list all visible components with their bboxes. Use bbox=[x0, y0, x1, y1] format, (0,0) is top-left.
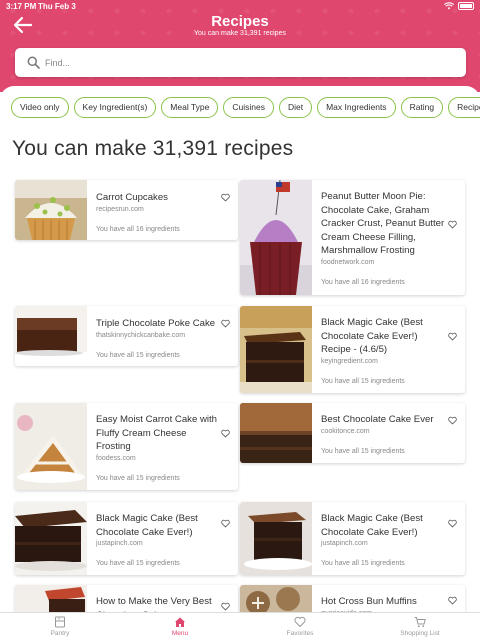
heart-icon[interactable] bbox=[221, 519, 230, 528]
recipe-source: foodess.com bbox=[96, 454, 136, 462]
home-icon bbox=[175, 617, 185, 627]
recipe-card[interactable]: Carrot Cupcakes recipesrun.com You have … bbox=[15, 180, 238, 240]
recipe-title: Easy Moist Carrot Cake with Fluffy Cream… bbox=[96, 414, 218, 453]
heart-icon[interactable] bbox=[448, 519, 457, 528]
heart-icon[interactable] bbox=[448, 220, 457, 229]
recipe-card[interactable]: Easy Moist Carrot Cake with Fluffy Cream… bbox=[15, 403, 238, 490]
filter-chip-diet[interactable]: Diet bbox=[278, 97, 313, 118]
recipe-ingredients-status: You have all 15 ingredients bbox=[321, 447, 405, 455]
tab-shopping-list[interactable]: Shopping List bbox=[360, 613, 480, 640]
pantry-icon bbox=[55, 616, 65, 628]
recipe-title: Best Chocolate Cake Ever bbox=[321, 414, 434, 425]
heart-icon[interactable] bbox=[221, 193, 230, 202]
recipe-title: Peanut Butter Moon Pie: Chocolate Cake, … bbox=[321, 191, 445, 257]
tab-favorites[interactable]: Favorites bbox=[240, 613, 360, 640]
filter-chips: Video only Key Ingredient(s) Meal Type C… bbox=[11, 97, 480, 119]
recipe-image bbox=[240, 306, 312, 393]
recipe-source: foodnetwork.com bbox=[321, 258, 375, 266]
recipe-card[interactable]: Peanut Butter Moon Pie: Chocolate Cake, … bbox=[240, 180, 465, 295]
bottom-tab-bar: Pantry Menu Favorites Shopping List bbox=[0, 612, 480, 640]
recipe-image bbox=[15, 306, 87, 366]
recipe-source: keyingredient.com bbox=[321, 357, 378, 365]
heart-icon[interactable] bbox=[448, 416, 457, 425]
status-time: 3:17 PM bbox=[6, 2, 37, 11]
battery-icon bbox=[458, 2, 474, 10]
recipe-card[interactable]: Black Magic Cake (Best Chocolate Cake Ev… bbox=[240, 306, 465, 393]
recipe-source: cookitonce.com bbox=[321, 427, 370, 435]
recipe-ingredients-status: You have all 15 ingredients bbox=[96, 351, 180, 359]
tab-pantry[interactable]: Pantry bbox=[0, 613, 120, 640]
search-icon bbox=[27, 56, 40, 69]
recipe-title: Black Magic Cake (Best Chocolate Cake Ev… bbox=[321, 513, 423, 538]
filter-chip-recipe[interactable]: Recipe bbox=[448, 97, 480, 118]
heart-icon bbox=[294, 616, 306, 628]
filter-chip-meal-type[interactable]: Meal Type bbox=[161, 97, 219, 118]
recipe-title: Triple Chocolate Poke Cake bbox=[96, 318, 216, 329]
recipe-ingredients-status: You have all 16 ingredients bbox=[96, 225, 180, 233]
status-indicators bbox=[444, 2, 474, 10]
header: 3:17 PM Thu Feb 3 Recipes You can make 3… bbox=[0, 0, 480, 92]
recipe-title: Carrot Cupcakes bbox=[96, 192, 168, 203]
search-bar[interactable] bbox=[15, 48, 466, 77]
recipe-title: Black Magic Cake (Best Chocolate Cake Ev… bbox=[321, 317, 423, 356]
recipe-card[interactable]: Black Magic Cake (Best Chocolate Cake Ev… bbox=[15, 502, 238, 575]
wifi-icon bbox=[444, 2, 454, 10]
recipe-image bbox=[240, 180, 312, 295]
recipe-image bbox=[240, 403, 312, 463]
filter-chip-max-ingredients[interactable]: Max Ingredients bbox=[317, 97, 396, 118]
recipe-card[interactable]: Black Magic Cake (Best Chocolate Cake Ev… bbox=[240, 502, 465, 575]
app: 3:17 PM Thu Feb 3 Recipes You can make 3… bbox=[0, 0, 480, 640]
recipe-card[interactable]: Best Chocolate Cake Ever cookitonce.com … bbox=[240, 403, 465, 463]
filter-chip-key-ingredients[interactable]: Key Ingredient(s) bbox=[73, 97, 157, 118]
recipe-image bbox=[240, 502, 312, 575]
tab-label: Pantry bbox=[50, 630, 70, 637]
results-heading: You can make 31,391 recipes bbox=[12, 137, 294, 160]
recipe-ingredients-status: You have all 16 ingredients bbox=[321, 278, 405, 286]
recipe-image bbox=[15, 180, 87, 240]
status-date: Thu Feb 3 bbox=[38, 2, 76, 11]
heart-icon[interactable] bbox=[221, 319, 230, 328]
recipe-source: recipesrun.com bbox=[96, 205, 144, 213]
recipe-image bbox=[15, 502, 87, 575]
recipe-source: thatskinnychickcanbake.com bbox=[96, 331, 186, 339]
cart-icon bbox=[414, 617, 426, 628]
recipe-source: justapinch.com bbox=[321, 540, 368, 548]
recipe-source: justapinch.com bbox=[96, 540, 143, 548]
recipe-image bbox=[15, 403, 87, 490]
heart-icon[interactable] bbox=[448, 596, 457, 605]
filter-chip-video-only[interactable]: Video only bbox=[11, 97, 69, 118]
recipe-title: Black Magic Cake (Best Chocolate Cake Ev… bbox=[96, 513, 198, 538]
recipe-ingredients-status: You have all 15 ingredients bbox=[321, 560, 405, 568]
page-title: Recipes bbox=[211, 13, 269, 30]
filter-chip-rating[interactable]: Rating bbox=[400, 97, 444, 118]
tab-menu[interactable]: Menu bbox=[120, 613, 240, 640]
recipe-ingredients-status: You have all 15 ingredients bbox=[96, 474, 180, 482]
tab-label: Menu bbox=[171, 630, 189, 637]
tab-label: Favorites bbox=[286, 630, 314, 637]
heart-icon[interactable] bbox=[448, 332, 457, 341]
tab-label: Shopping List bbox=[400, 630, 440, 637]
filter-chip-cuisines[interactable]: Cuisines bbox=[223, 97, 274, 118]
recipe-ingredients-status: You have all 15 ingredients bbox=[321, 377, 405, 385]
search-input[interactable] bbox=[45, 57, 445, 68]
page-subtitle: You can make 31,391 recipes bbox=[194, 30, 286, 37]
recipe-title: Hot Cross Bun Muffins bbox=[321, 596, 417, 607]
heart-icon[interactable] bbox=[221, 429, 230, 438]
recipe-ingredients-status: You have all 15 ingredients bbox=[96, 560, 180, 568]
heart-icon[interactable] bbox=[221, 602, 230, 611]
recipe-card[interactable]: Triple Chocolate Poke Cake thatskinnychi… bbox=[15, 306, 238, 366]
